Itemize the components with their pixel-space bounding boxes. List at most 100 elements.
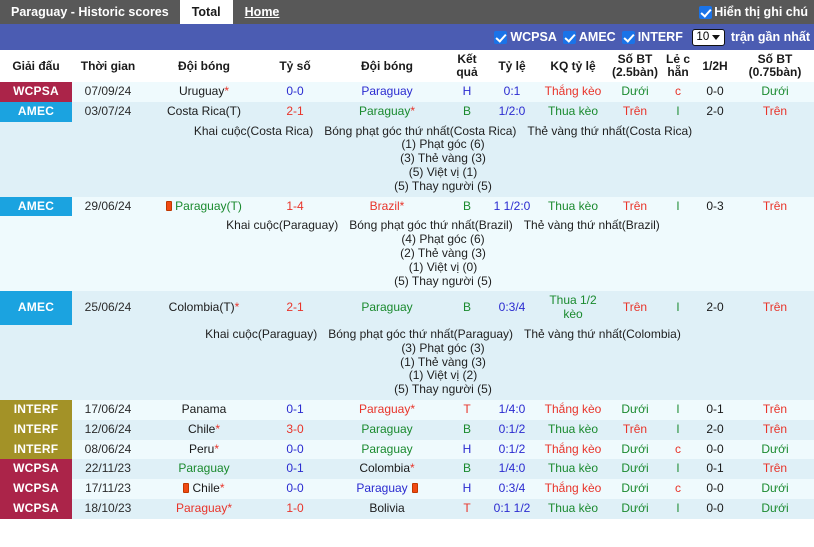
table-header: Giải đấu Thời gian Đội bóng Tỷ số Đội bó…	[0, 50, 814, 82]
league-badge[interactable]: WCPSA	[0, 459, 72, 480]
league-badge[interactable]: AMEC	[0, 101, 72, 122]
over-under-075: Dưới	[736, 498, 814, 519]
league-badge[interactable]: WCPSA	[0, 479, 72, 499]
team-name: Paraguay	[175, 500, 228, 515]
col-header-odds: Tỷ lệ	[486, 50, 538, 82]
match-score: 0-1	[264, 399, 326, 420]
home-team[interactable]: Chile*	[144, 479, 264, 499]
league-badge[interactable]: WCPSA	[0, 498, 72, 519]
team-name: Paraguay	[361, 421, 413, 436]
filter-amec-label: AMEC	[578, 30, 616, 44]
filter-amec[interactable]: AMEC	[562, 30, 616, 44]
match-result: H	[448, 82, 486, 102]
over-under-075: Trên	[736, 196, 814, 217]
col-header-score: Tỷ số	[264, 50, 326, 82]
home-team[interactable]: Paraguay	[144, 459, 264, 480]
filter-interf[interactable]: INTERF	[621, 30, 683, 44]
note-head-item: Khai cuộc(Paraguay)	[205, 326, 318, 341]
team-name: Paraguay	[178, 461, 230, 476]
away-team[interactable]: Paraguay	[326, 479, 448, 499]
away-team[interactable]: Paraguay	[326, 291, 448, 325]
over-under-075: Trên	[736, 459, 814, 480]
col-header-result: Kết quả	[448, 50, 486, 82]
away-team[interactable]: Paraguay*	[326, 399, 448, 420]
home-team[interactable]: Colombia(T)*	[144, 291, 264, 325]
home-team[interactable]: Peru*	[144, 439, 264, 460]
red-card-icon	[411, 483, 418, 494]
league-badge[interactable]: INTERF	[0, 419, 72, 440]
show-notes-toggle[interactable]: Hiển thị ghi chú	[699, 0, 814, 24]
league-badge[interactable]: INTERF	[0, 439, 72, 460]
team-name: Chile	[187, 421, 216, 436]
checkbox-checked-icon[interactable]	[699, 5, 713, 19]
note-stat-line: (4) Phạt góc (6)	[401, 232, 485, 247]
note-stat-line: (3) Thẻ vàng (3)	[400, 151, 486, 166]
league-badge[interactable]: AMEC	[0, 196, 72, 217]
table-row[interactable]: WCPSA 22/11/23 Paraguay 0-1 Colombia* B 1/4:0 T…	[0, 459, 814, 480]
match-result: B	[448, 196, 486, 217]
match-note-row: Khai cuộc(Paraguay) Bóng phạt góc thứ nhấ…	[0, 216, 814, 292]
note-head-item: Bóng phạt góc thứ nhất(Brazil)	[349, 218, 513, 233]
league-badge[interactable]: AMEC	[0, 291, 72, 325]
half-time-score: 0-0	[694, 498, 736, 519]
col-header-away: Đội bóng	[326, 50, 448, 82]
half-time-score: 2-0	[694, 419, 736, 440]
checkbox-checked-icon[interactable]	[621, 30, 635, 44]
handicap-result: Thắng kèo	[538, 82, 608, 102]
checkbox-checked-icon[interactable]	[562, 30, 576, 44]
match-score: 2-1	[264, 101, 326, 122]
match-note-row: Khai cuộc(Paraguay) Bóng phạt góc thứ nhấ…	[0, 324, 814, 400]
handicap-result: Thua kèo	[538, 498, 608, 519]
filter-wcpsa[interactable]: WCPSA	[494, 30, 557, 44]
match-count-select[interactable]: 10	[691, 28, 725, 46]
match-score: 0-0	[264, 439, 326, 460]
away-team[interactable]: Bolivia	[326, 498, 448, 519]
over-under-25: Dưới	[608, 459, 662, 480]
league-badge[interactable]: INTERF	[0, 399, 72, 420]
note-stat-line: (3) Phạt góc (3)	[401, 340, 485, 355]
checkbox-checked-icon[interactable]	[494, 30, 508, 44]
match-date: 17/11/23	[72, 479, 144, 499]
team-name: Peru	[188, 441, 215, 456]
away-team[interactable]: Paraguay*	[326, 101, 448, 122]
odd-even: l	[662, 399, 694, 420]
table-row[interactable]: AMEC 03/07/24 Costa Rica(T) 2-1 Paraguay* B 1/…	[0, 101, 814, 122]
home-marker: *	[224, 84, 230, 98]
over-under-075: Trên	[736, 419, 814, 440]
home-team[interactable]: Uruguay*	[144, 82, 264, 102]
home-marker: *	[214, 441, 220, 456]
tab-home[interactable]: Home	[233, 0, 292, 24]
over-under-25: Trên	[608, 291, 662, 325]
table-row[interactable]: WCPSA 18/10/23 Paraguay* 1-0 Bolivia T 0:1 1/2…	[0, 498, 814, 519]
note-head-item: Thẻ vàng thứ nhất(Brazil)	[523, 218, 660, 233]
tab-total[interactable]: Total	[179, 0, 233, 24]
home-team[interactable]: Paraguay*	[144, 498, 264, 519]
home-team[interactable]: Paraguay(T)	[144, 196, 264, 217]
away-team[interactable]: Paraguay	[326, 419, 448, 440]
away-team[interactable]: Colombia*	[326, 459, 448, 480]
match-result: H	[448, 479, 486, 499]
table-row[interactable]: INTERF 17/06/24 Panama 0-1 Paraguay* T 1/4:0 Th…	[0, 399, 814, 420]
table-row[interactable]: INTERF 12/06/24 Chile* 3-0 Paraguay B 0:1/2 Thu…	[0, 419, 814, 440]
col-header-bt075: Số BT (0.75bàn)	[736, 50, 814, 82]
note-spacer	[0, 121, 72, 197]
away-team[interactable]: Paraguay	[326, 439, 448, 460]
home-team[interactable]: Panama	[144, 399, 264, 420]
away-team[interactable]: Paraguay	[326, 82, 448, 102]
home-team[interactable]: Costa Rica(T)	[144, 101, 264, 122]
home-team[interactable]: Chile*	[144, 419, 264, 440]
odd-even: c	[662, 439, 694, 460]
table-row[interactable]: WCPSA 07/09/24 Uruguay* 0-0 Paraguay H 0:1 Thắn…	[0, 82, 814, 102]
table-row[interactable]: AMEC 29/06/24 Paraguay(T) 1-4 Brazil* B 1 1/2:…	[0, 196, 814, 217]
handicap-odds: 0:3/4	[486, 291, 538, 325]
table-row[interactable]: WCPSA 17/11/23 Chile* 0-0 Paraguay H 0:3/4 Thắn…	[0, 479, 814, 499]
half-time-score: 0-3	[694, 196, 736, 217]
match-score: 1-4	[264, 196, 326, 217]
odd-even: l	[662, 498, 694, 519]
team-name: Paraguay(T)	[175, 198, 242, 213]
table-row[interactable]: AMEC 25/06/24 Colombia(T)* 2-1 Paraguay B 0:3/…	[0, 291, 814, 325]
top-bar: Paraguay - Historic scores Total Home Hi…	[0, 0, 814, 24]
table-row[interactable]: INTERF 08/06/24 Peru* 0-0 Paraguay H 0:1/2 Thắn…	[0, 439, 814, 460]
league-badge[interactable]: WCPSA	[0, 82, 72, 102]
away-team[interactable]: Brazil*	[326, 196, 448, 217]
